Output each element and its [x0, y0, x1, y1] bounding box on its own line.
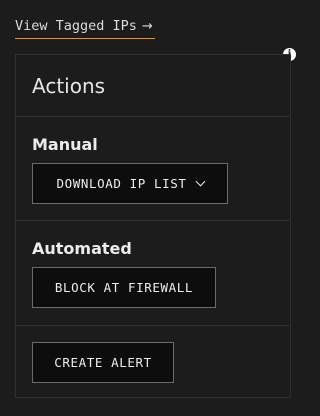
arrow-right-icon: → — [141, 18, 153, 34]
block-at-firewall-button[interactable]: BLOCK AT FIREWALL — [32, 267, 216, 308]
alert-section: CREATE ALERT — [16, 326, 290, 397]
automated-label: Automated — [32, 239, 132, 258]
chevron-down-icon — [195, 176, 205, 187]
download-ip-list-label: DOWNLOAD IP LIST — [56, 176, 187, 191]
create-alert-label: CREATE ALERT — [54, 355, 152, 370]
panel-title: Actions — [32, 74, 106, 98]
block-at-firewall-label: BLOCK AT FIREWALL — [54, 280, 194, 295]
create-alert-button[interactable]: CREATE ALERT — [32, 342, 174, 383]
view-tagged-ips-label: View Tagged IPs — [15, 18, 137, 34]
actions-header-section: Actions — [16, 55, 290, 117]
view-tagged-ips-link[interactable]: View Tagged IPs → — [15, 14, 155, 39]
actions-page: View Tagged IPs → i Actions Manual DOWNL… — [0, 0, 317, 416]
manual-section: Manual DOWNLOAD IP LIST — [16, 117, 290, 221]
actions-panel: Actions Manual DOWNLOAD IP LIST Automate… — [15, 54, 291, 398]
download-ip-list-button[interactable]: DOWNLOAD IP LIST — [32, 163, 228, 204]
automated-section: Automated BLOCK AT FIREWALL — [16, 221, 290, 326]
manual-label: Manual — [32, 135, 98, 154]
